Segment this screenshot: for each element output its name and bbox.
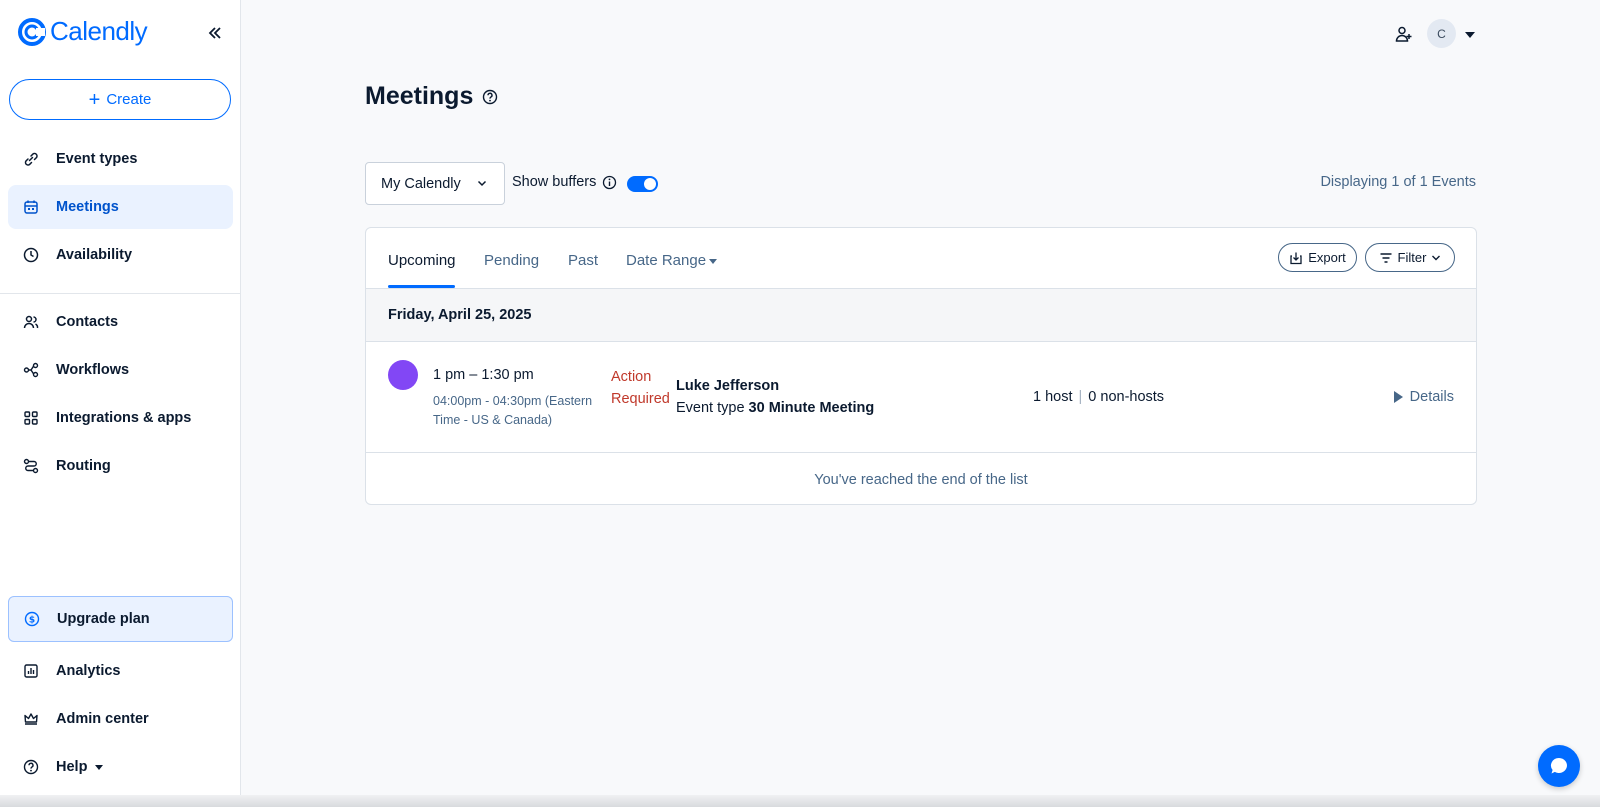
event-time: 1 pm – 1:30 pm: [433, 367, 534, 383]
calendar-select-value: My Calendly: [381, 175, 461, 192]
chart-icon: [22, 662, 40, 680]
date-header: Friday, April 25, 2025: [366, 289, 1476, 342]
workflows-icon: [22, 361, 40, 379]
double-chevron-left-icon: [208, 27, 221, 39]
caret-down-icon: [95, 764, 104, 770]
dollar-icon: $: [23, 610, 41, 628]
account-menu-caret-icon[interactable]: [1465, 32, 1475, 38]
tabs: Upcoming Pending Past Date Range Export …: [366, 228, 1476, 289]
tab-past[interactable]: Past: [568, 252, 598, 269]
event-type: Event type 30 Minute Meeting: [676, 400, 874, 416]
export-label: Export: [1308, 250, 1346, 265]
event-color-dot: [388, 360, 418, 390]
tab-date-range[interactable]: Date Range: [626, 252, 718, 269]
show-buffers-toggle[interactable]: [627, 176, 658, 192]
sidebar: Calendly + Create Event types Meetings A…: [0, 0, 241, 807]
sidebar-item-label: Routing: [56, 458, 111, 474]
help-icon[interactable]: [482, 89, 498, 105]
meetings-card: Upcoming Pending Past Date Range Export …: [365, 227, 1477, 505]
details-button[interactable]: Details: [1393, 389, 1454, 405]
chevron-down-icon: [1431, 253, 1441, 263]
details-label: Details: [1409, 389, 1454, 405]
calendly-logo[interactable]: Calendly: [18, 16, 148, 47]
sidebar-item-label: Help: [56, 759, 88, 775]
svg-text:$: $: [29, 616, 35, 626]
sidebar-item-integrations[interactable]: Integrations & apps: [8, 396, 233, 440]
displaying-count: Displaying 1 of 1 Events: [1320, 174, 1476, 190]
show-buffers: Show buffers: [512, 174, 617, 190]
export-button[interactable]: Export: [1278, 243, 1357, 272]
tab-past-label: Past: [568, 252, 599, 269]
end-of-list-message: You've reached the end of the list: [814, 471, 1028, 488]
invitee-name: Luke Jefferson: [676, 378, 780, 394]
invite-user-button[interactable]: [1393, 23, 1415, 45]
active-tab-indicator: [388, 285, 455, 288]
sidebar-item-meetings[interactable]: Meetings: [8, 185, 233, 229]
sidebar-item-label: Event types: [56, 151, 138, 167]
event-type-prefix: Event type: [676, 400, 745, 416]
event-type-name: 30 Minute Meeting: [748, 400, 875, 416]
play-triangle-icon: [1393, 391, 1403, 403]
collapse-sidebar-button[interactable]: [204, 22, 226, 44]
hosts-count: 1 host: [1033, 389, 1073, 405]
filter-icon: [1379, 251, 1393, 265]
logo-text: Calendly: [50, 16, 148, 46]
contacts-icon: [22, 313, 40, 331]
status-badge: Action Required: [611, 369, 670, 407]
page-title-text: Meetings: [365, 82, 474, 110]
sidebar-item-label: Analytics: [56, 663, 121, 679]
filter-label: Filter: [1397, 250, 1427, 265]
show-buffers-label: Show buffers: [512, 174, 597, 190]
toggle-knob: [644, 178, 656, 190]
non-hosts-count: 0 non-hosts: [1088, 389, 1165, 405]
bottom-edge: [0, 795, 1600, 807]
upgrade-label: Upgrade plan: [57, 611, 150, 627]
sidebar-item-label: Workflows: [56, 362, 130, 378]
sidebar-item-availability[interactable]: Availability: [8, 233, 233, 277]
caret-down-icon: [709, 258, 718, 264]
help-icon: [22, 758, 40, 776]
chat-support-button[interactable]: [1538, 745, 1580, 787]
event-timezone-time: 04:00pm - 04:30pm (Eastern Time - US & C…: [433, 394, 593, 427]
hosts-summary: 1 host | 0 non-hosts: [1033, 389, 1164, 405]
sidebar-item-contacts[interactable]: Contacts: [8, 300, 233, 344]
sidebar-item-label: Admin center: [56, 711, 149, 727]
sidebar-item-label: Meetings: [56, 199, 119, 215]
crown-icon: [22, 710, 40, 728]
page-title: Meetings: [365, 82, 498, 111]
routing-icon: [22, 457, 40, 475]
sidebar-divider: [0, 293, 240, 294]
clock-icon: [22, 246, 40, 264]
chevron-down-icon: [476, 177, 488, 193]
calendly-logo-icon: [18, 17, 46, 46]
sidebar-item-help[interactable]: Help: [8, 745, 233, 789]
sidebar-item-label: Contacts: [56, 314, 119, 330]
link-icon: [22, 150, 40, 168]
create-label: Create: [106, 91, 152, 108]
event-row[interactable]: 1 pm – 1:30 pm 04:00pm - 04:30pm (Easter…: [366, 342, 1476, 453]
upgrade-plan-button[interactable]: $ Upgrade plan: [8, 596, 233, 642]
filter-button[interactable]: Filter: [1365, 243, 1455, 272]
tab-upcoming[interactable]: Upcoming: [388, 252, 456, 269]
sidebar-item-label: Integrations & apps: [56, 410, 192, 426]
tab-date-range-label: Date Range: [626, 252, 707, 269]
hosts-separator: |: [1078, 389, 1083, 405]
sidebar-item-admin-center[interactable]: Admin center: [8, 697, 233, 741]
calendar-select[interactable]: My Calendly: [365, 162, 505, 205]
sidebar-item-workflows[interactable]: Workflows: [8, 348, 233, 392]
calendar-icon: [22, 198, 40, 216]
grid-icon: [22, 409, 40, 427]
chat-icon: [1551, 758, 1567, 774]
avatar[interactable]: C: [1427, 19, 1456, 48]
sidebar-item-routing[interactable]: Routing: [8, 444, 233, 488]
sidebar-item-analytics[interactable]: Analytics: [8, 649, 233, 693]
sidebar-item-label: Availability: [56, 247, 133, 263]
sidebar-item-event-types[interactable]: Event types: [8, 137, 233, 181]
tab-pending[interactable]: Pending: [484, 252, 539, 269]
info-icon[interactable]: [602, 175, 617, 190]
create-button[interactable]: + Create: [9, 79, 231, 120]
add-person-icon: [1395, 26, 1412, 42]
export-icon: [1289, 251, 1303, 265]
plus-icon: +: [88, 88, 101, 111]
